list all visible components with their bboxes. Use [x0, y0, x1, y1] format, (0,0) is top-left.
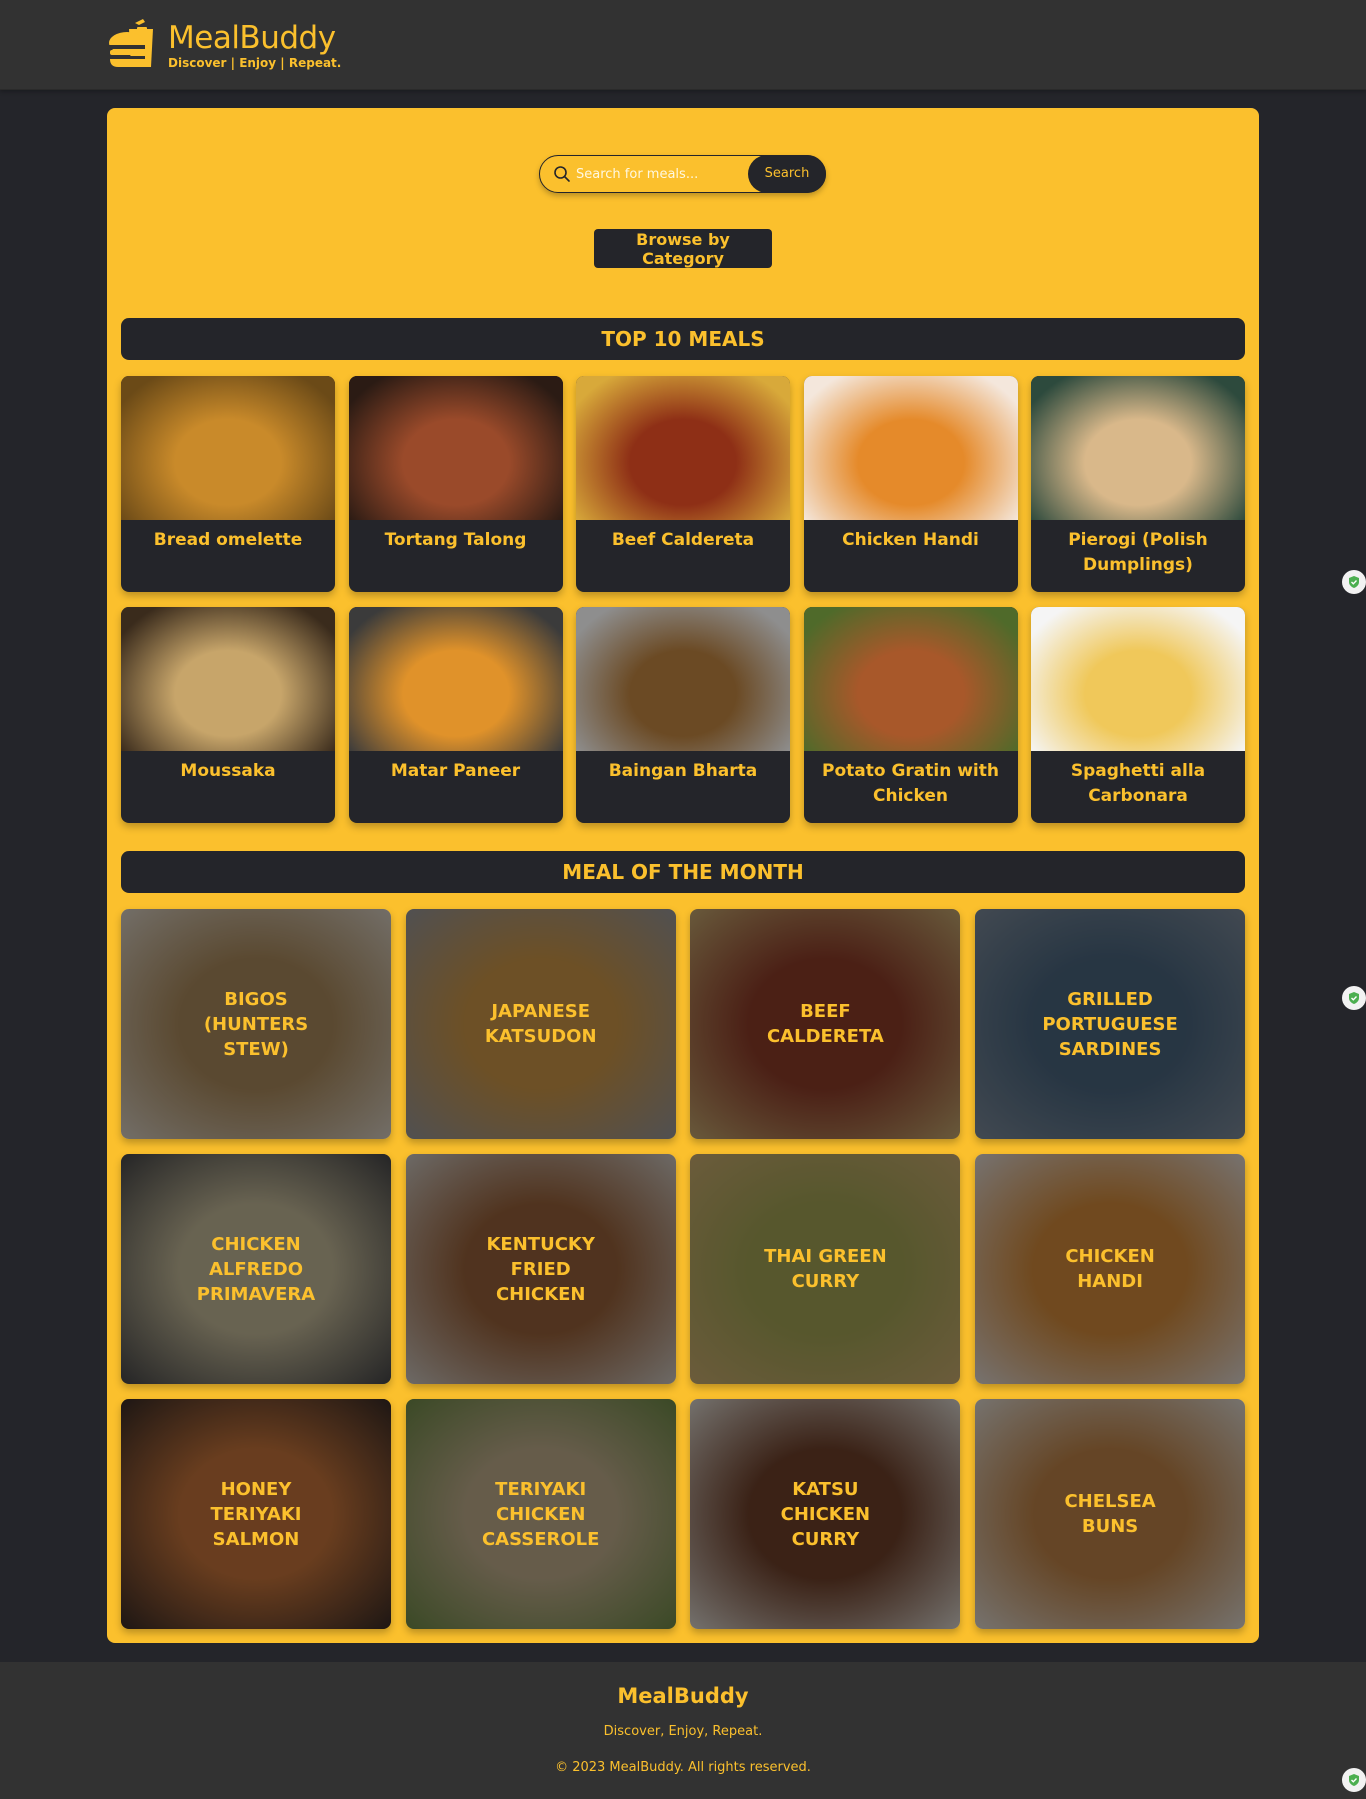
month-meal-card[interactable]: Beef Caldereta: [690, 909, 961, 1139]
month-meal-card[interactable]: Chicken Alfredo Primavera: [121, 1154, 391, 1384]
meal-name: Spaghetti alla Carbonara: [1070, 761, 1206, 806]
search-bar: Search: [539, 154, 826, 193]
meal-card[interactable]: Chicken Handi: [803, 376, 1018, 592]
brand-title: MealBuddy: [168, 19, 336, 56]
month-meal-name: Japanese Katsudon: [484, 1001, 597, 1047]
month-meal-name: Chelsea Buns: [1064, 1491, 1156, 1537]
footer-tagline: Discover, Enjoy, Repeat.: [603, 1724, 763, 1739]
meal-name: Potato Gratin with Chicken: [821, 761, 999, 806]
month-meal-card[interactable]: Kentucky Fried Chicken: [405, 1154, 676, 1384]
meal-photo: [576, 376, 790, 520]
site-header: MealBuddy Discover | Enjoy | Repeat.: [0, 0, 1366, 90]
month-meal-card[interactable]: Bigos (Hunters Stew): [121, 909, 391, 1139]
shield-check-icon[interactable]: [1342, 1768, 1366, 1792]
brand[interactable]: MealBuddy Discover | Enjoy | Repeat.: [107, 19, 341, 71]
month-meal-name: Teriyaki Chicken Casserole: [481, 1478, 600, 1550]
meal-card[interactable]: Pierogi (Polish Dumplings): [1031, 376, 1245, 592]
burger-bag-icon: [109, 19, 153, 67]
meal-name: Bread omelette: [153, 530, 303, 550]
meal-name: Chicken Handi: [842, 530, 979, 550]
meal-photo: [803, 607, 1018, 751]
search-button[interactable]: Search: [748, 154, 826, 193]
shield-check-icon[interactable]: [1342, 570, 1366, 594]
month-meal-name: Thai Green Curry: [764, 1246, 887, 1292]
month-meal-name: Grilled Portuguese Sardines: [1042, 988, 1178, 1060]
meal-photo: [348, 376, 563, 520]
month-meal-name: Chicken Handi: [1065, 1246, 1155, 1292]
meal-name: Matar Paneer: [390, 761, 521, 781]
month-meal-card[interactable]: Honey Teriyaki Salmon: [121, 1399, 391, 1629]
meal-photo: [121, 607, 335, 751]
meal-name: Moussaka: [180, 761, 276, 781]
search-input[interactable]: [576, 163, 746, 185]
meal-photo: [576, 607, 790, 751]
month-meal-name: Beef Caldereta: [766, 1001, 884, 1047]
month-meal-card[interactable]: Thai Green Curry: [690, 1154, 961, 1384]
meal-card[interactable]: Moussaka: [121, 607, 335, 823]
meal-photo: [1031, 376, 1245, 520]
month-meal-card[interactable]: Katsu Chicken Curry: [690, 1399, 961, 1629]
meal-photo: [348, 607, 563, 751]
meal-name: Baingan Bharta: [608, 761, 758, 781]
month-meal-name: Bigos (Hunters Stew): [203, 988, 309, 1060]
search-icon: [554, 166, 570, 182]
month-meal-name: Honey Teriyaki Salmon: [210, 1478, 302, 1550]
meal-photo: [803, 376, 1018, 520]
browse-by-category-button[interactable]: Browse by Category: [594, 229, 772, 268]
site-footer: MealBuddy Discover, Enjoy, Repeat. © 202…: [0, 1662, 1366, 1799]
meal-card[interactable]: Beef Caldereta: [576, 376, 790, 592]
meal-photo: [121, 376, 335, 520]
meal-card[interactable]: Potato Gratin with Chicken: [803, 607, 1018, 823]
meal-photo: [1031, 607, 1245, 751]
brand-tagline: Discover | Enjoy | Repeat.: [168, 55, 342, 70]
meal-card[interactable]: Bread omelette: [121, 376, 335, 592]
meal-name: Tortang Talong: [384, 530, 527, 550]
footer-title: MealBuddy: [617, 1684, 749, 1708]
meal-card[interactable]: Baingan Bharta: [576, 607, 790, 823]
top-meals-heading: TOP 10 MEALS: [121, 318, 1245, 360]
month-meal-name: Katsu Chicken Curry: [780, 1478, 871, 1550]
month-meal-card[interactable]: Teriyaki Chicken Casserole: [405, 1399, 676, 1629]
meal-card[interactable]: Tortang Talong: [348, 376, 563, 592]
shield-check-icon[interactable]: [1342, 986, 1366, 1010]
meal-card[interactable]: Spaghetti alla Carbonara: [1031, 607, 1245, 823]
main-panel: Search Browse by Category TOP 10 MEALS B…: [107, 108, 1259, 1643]
meal-of-month-grid: Bigos (Hunters Stew) Japanese Katsudon Bee…: [121, 909, 1246, 1629]
month-meal-card[interactable]: Chelsea Buns: [975, 1399, 1246, 1629]
meal-card[interactable]: Matar Paneer: [348, 607, 563, 823]
month-meal-card[interactable]: Grilled Portuguese Sardines: [975, 909, 1246, 1139]
meal-name: Beef Caldereta: [611, 530, 755, 550]
month-meal-card[interactable]: Chicken Handi: [975, 1154, 1246, 1384]
month-meal-card[interactable]: Japanese Katsudon: [405, 909, 676, 1139]
footer-copyright: © 2023 MealBuddy. All rights reserved.: [555, 1760, 811, 1775]
meal-name: Pierogi (Polish Dumplings): [1068, 530, 1208, 575]
month-meal-name: Kentucky Fried Chicken: [486, 1233, 595, 1305]
meal-of-month-heading: MEAL OF THE MONTH: [121, 851, 1245, 893]
month-meal-name: Chicken Alfredo Primavera: [196, 1233, 316, 1305]
top-meals-grid: Bread omelette Tortang Talong Beef Caldere…: [121, 376, 1245, 823]
